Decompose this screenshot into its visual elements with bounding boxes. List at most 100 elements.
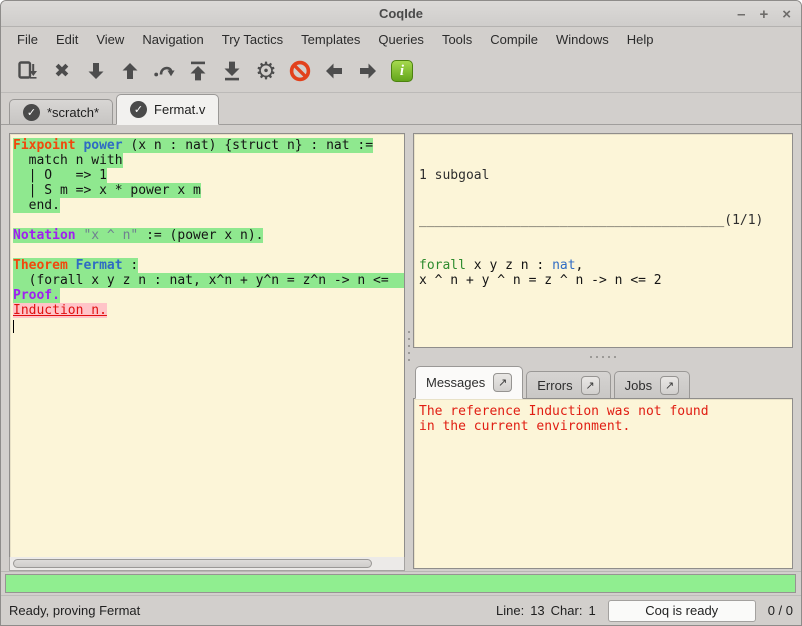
code-line: end.: [13, 198, 404, 213]
goal-counter: (1/1): [724, 213, 763, 228]
tab-fermat-v[interactable]: ✓Fermat.v: [116, 94, 219, 125]
messages-panel: The reference Induction was not foundin …: [413, 398, 793, 569]
title-bar[interactable]: CoqIde –+ ×: [1, 1, 801, 27]
code-segment: Theorem: [13, 258, 68, 273]
message-line: The reference Induction was not found: [419, 404, 788, 419]
menu-edit[interactable]: Edit: [47, 30, 87, 49]
code-line: Theorem Fermat :: [13, 258, 404, 273]
status-message: Ready, proving Fermat: [9, 603, 496, 618]
menu-navigation[interactable]: Navigation: [133, 30, 212, 49]
progress-zone: [1, 571, 801, 595]
code-segment: nat: [552, 258, 575, 273]
code-line: [13, 213, 404, 228]
previous-occurrence-icon[interactable]: [317, 55, 351, 87]
console-tab-label: Messages: [426, 375, 485, 390]
code-editor[interactable]: Fixpoint power (x n : nat) {struct n} : …: [9, 133, 405, 557]
code-segment: x y z n :: [466, 258, 552, 273]
console-tab-jobs[interactable]: Jobs ↗: [614, 371, 690, 398]
subgoal-count: 1 subgoal: [419, 168, 788, 183]
go-to-cursor-icon[interactable]: [147, 55, 181, 87]
code-segment: Fixpoint: [13, 138, 76, 153]
horizontal-splitter[interactable]: [413, 350, 793, 364]
code-segment: (forall x y z n : nat, x^n + y^n = z^n -…: [13, 273, 389, 288]
document-tab-bar: ✓*scratch*✓Fermat.v: [1, 93, 801, 125]
line-value: 13: [530, 603, 544, 618]
highlight-span: Notation "x ^ n" := (power x n).: [13, 228, 263, 243]
close-button[interactable]: ×: [782, 7, 791, 22]
save-icon[interactable]: [11, 55, 45, 87]
highlight-span: Fixpoint power (x n : nat) {struct n} : …: [13, 138, 373, 153]
worker-count: 0 / 0: [768, 603, 793, 618]
code-line: [13, 318, 404, 333]
highlight-span: Proof.: [13, 288, 60, 303]
highlight-span: Theorem Fermat :: [13, 258, 138, 273]
code-segment: Proof.: [13, 288, 60, 303]
editor-horizontal-scrollbar[interactable]: [9, 557, 405, 571]
console-tab-messages[interactable]: Messages ↗: [415, 366, 523, 399]
goal-line: x ^ n + y ^ n = z ^ n -> n <= 2: [419, 273, 788, 288]
about-icon[interactable]: i: [385, 55, 419, 87]
maximize-button[interactable]: +: [759, 7, 768, 22]
menu-try-tactics[interactable]: Try Tactics: [213, 30, 292, 49]
close-buffer-icon[interactable]: ✖: [45, 55, 79, 87]
code-segment: := (power x n).: [138, 228, 263, 243]
menu-queries[interactable]: Queries: [369, 30, 433, 49]
window-title: CoqIde: [379, 6, 423, 21]
detach-button[interactable]: ↗: [493, 373, 512, 392]
menu-compile[interactable]: Compile: [481, 30, 547, 49]
code-segment: match n with: [13, 153, 123, 168]
code-segment: (x n : nat) {struct n} : nat :=: [123, 138, 373, 153]
code-line: | S m => x * power x m: [13, 183, 404, 198]
code-segment: | S m => x * power x m: [13, 183, 201, 198]
code-line: | O => 1: [13, 168, 404, 183]
tab-label: *scratch*: [47, 105, 99, 120]
code-line: match n with: [13, 153, 404, 168]
step-forward-icon[interactable]: [79, 55, 113, 87]
coqide-window: CoqIde –+ × FileEditViewNavigationTry Tac…: [0, 0, 802, 626]
code-segment: power: [83, 138, 122, 153]
interrupt-icon[interactable]: [283, 55, 317, 87]
menu-help[interactable]: Help: [618, 30, 663, 49]
restart-icon[interactable]: [181, 55, 215, 87]
minimize-icon: –: [737, 6, 745, 23]
menu-tools[interactable]: Tools: [433, 30, 481, 49]
main-content: Fixpoint power (x n : nat) {struct n} : …: [1, 126, 801, 571]
char-value: 1: [588, 603, 595, 618]
code-segment: :: [123, 258, 139, 273]
code-line: Fixpoint power (x n : nat) {struct n} : …: [13, 138, 404, 153]
code-line: (forall x y z n : nat, x^n + y^n = z^n -…: [13, 273, 404, 288]
menu-templates[interactable]: Templates: [292, 30, 369, 49]
detach-button[interactable]: ↗: [581, 376, 600, 395]
goal-text: forall x y z n : nat,x ^ n + y ^ n = z ^…: [419, 258, 788, 288]
code-segment: Fermat: [76, 258, 123, 273]
console-tab-label: Errors: [537, 378, 572, 393]
console-tab-label: Jobs: [625, 378, 652, 393]
toolbar: ✖ ⚙ i: [1, 50, 801, 93]
status-right: Line: 13 Char: 1 Coq is ready 0 / 0: [496, 600, 793, 622]
highlight-span: match n with: [13, 153, 123, 168]
menu-file[interactable]: File: [8, 30, 47, 49]
highlight-span: | O => 1: [13, 168, 107, 183]
vertical-splitter[interactable]: [405, 126, 413, 571]
menu-view[interactable]: View: [87, 30, 133, 49]
code-segment: x ^ n + y ^ n = z ^ n -> n <= 2: [419, 273, 662, 288]
code-segment: end.: [13, 198, 60, 213]
goal-line: forall x y z n : nat,: [419, 258, 788, 273]
fully-check-icon[interactable]: ⚙: [249, 55, 283, 87]
next-occurrence-icon[interactable]: [351, 55, 385, 87]
detach-icon: ↗: [586, 379, 595, 392]
code-segment: forall: [419, 258, 466, 273]
scrollbar-thumb[interactable]: [13, 559, 372, 568]
code-line: Proof.: [13, 288, 404, 303]
run-to-end-icon[interactable]: [215, 55, 249, 87]
script-pane: Fixpoint power (x n : nat) {struct n} : …: [9, 133, 405, 571]
console-tab-errors[interactable]: Errors ↗: [526, 371, 610, 398]
goal-separator: _______________________________________(…: [419, 213, 788, 228]
text-cursor: [13, 320, 14, 333]
step-backward-icon[interactable]: [113, 55, 147, 87]
minimize-button[interactable]: –: [737, 7, 745, 22]
detach-button[interactable]: ↗: [660, 376, 679, 395]
char-label: Char:: [551, 603, 583, 618]
tab--scratch-[interactable]: ✓*scratch*: [9, 99, 113, 124]
menu-windows[interactable]: Windows: [547, 30, 618, 49]
